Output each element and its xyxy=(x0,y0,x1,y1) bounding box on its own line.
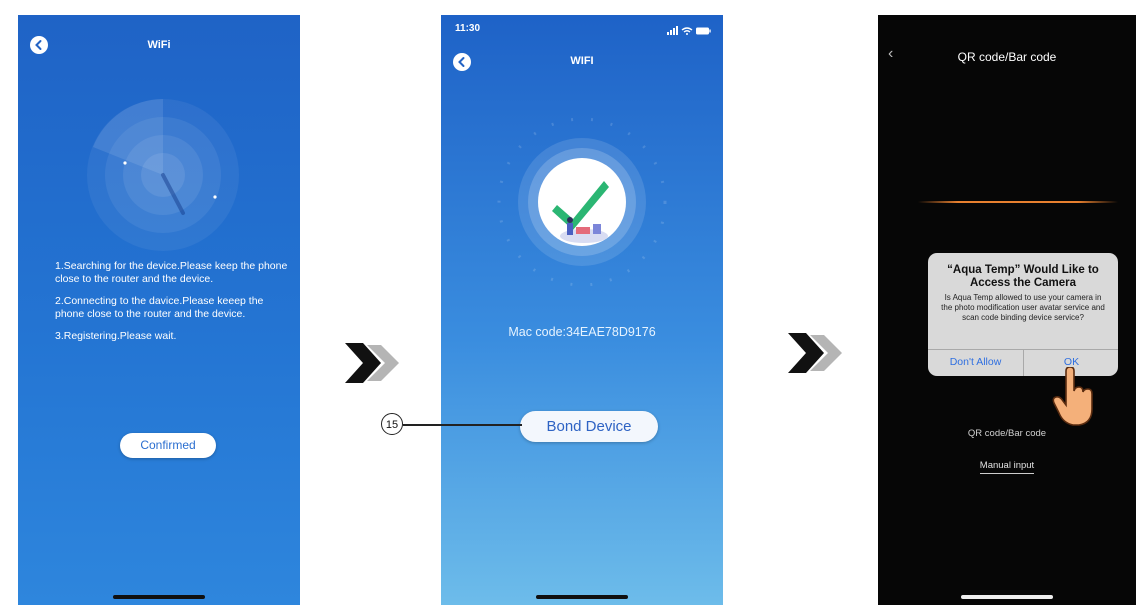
wifi-success-screen: 11:30 WIFI Mac code:34EAE78D9176 Bond De… xyxy=(441,15,723,605)
qr-scan-screen: ‹ QR code/Bar code “Aqua Temp” Would Lik… xyxy=(878,15,1136,605)
bond-device-button[interactable]: Bond Device xyxy=(520,411,658,442)
success-illustration xyxy=(497,117,667,287)
pointing-hand-icon xyxy=(1052,367,1093,426)
wifi-searching-screen: WiFi 1.Searching for the device.Please k… xyxy=(18,15,300,605)
page-title: WiFi xyxy=(147,39,171,51)
step-3: 3.Registering.Please wait. xyxy=(55,330,177,342)
radar-icon xyxy=(87,99,239,251)
steps-list: 1.Searching for the device.Please keep t… xyxy=(55,260,295,353)
mac-code-text: Mac code:34EAE78D9176 xyxy=(508,325,656,339)
camera-permission-dialog: “Aqua Temp” Would Like to Access the Cam… xyxy=(928,253,1118,376)
manual-input-label[interactable]: Manual input xyxy=(979,460,1035,474)
dont-allow-button[interactable]: Don't Allow xyxy=(928,349,1023,376)
step-1: 1.Searching for the device.Please keep t… xyxy=(55,260,288,285)
status-icons xyxy=(667,23,711,41)
chevron-next-icon xyxy=(788,333,842,373)
battery-icon xyxy=(696,27,711,35)
dialog-title: “Aqua Temp” Would Like to Access the Cam… xyxy=(947,264,1099,289)
step-number-callout: 15 xyxy=(381,413,403,435)
dialog-message: Is Aqua Temp allowed to use your camera … xyxy=(941,293,1105,322)
callout-line xyxy=(403,424,522,426)
confirmed-button[interactable]: Confirmed xyxy=(120,433,216,458)
qr-code-label: QR code/Bar code xyxy=(967,428,1047,439)
page-title: WIFI xyxy=(570,55,594,67)
manual-input-link[interactable]: Manual input xyxy=(878,460,1136,474)
step-2: 2.Connecting to the davice.Please keeep … xyxy=(55,295,264,320)
signal-icon xyxy=(667,26,678,35)
chevron-next-icon xyxy=(345,343,399,383)
home-indicator xyxy=(113,595,205,599)
scan-line xyxy=(918,201,1118,203)
page-title: QR code/Bar code xyxy=(957,50,1057,64)
wifi-icon xyxy=(681,27,693,35)
status-time: 11:30 xyxy=(455,23,481,34)
home-indicator xyxy=(536,595,628,599)
home-indicator xyxy=(961,595,1053,599)
